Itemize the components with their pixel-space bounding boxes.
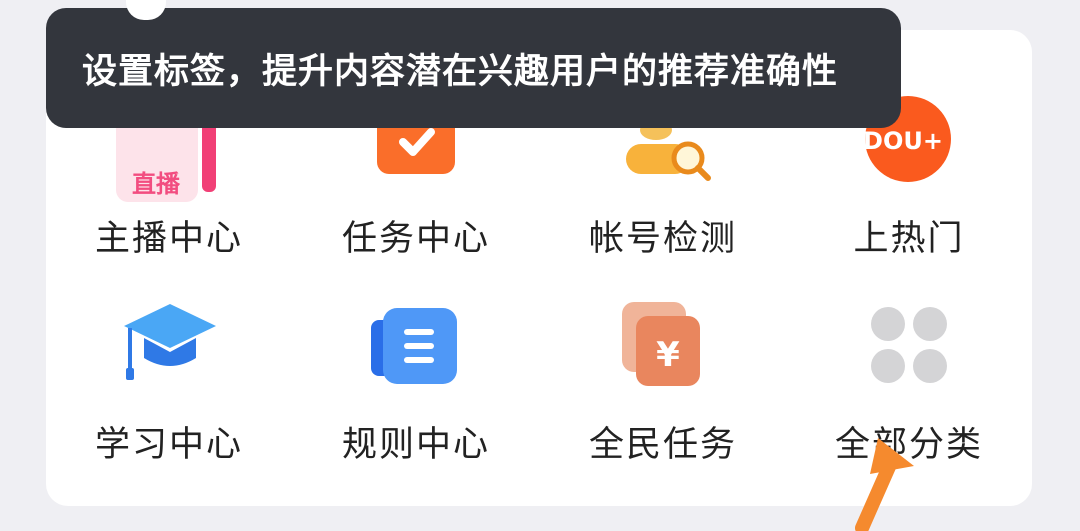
grid-item-label: 规则中心 (341, 425, 490, 465)
tooltip-text: 设置标签，提升内容潜在兴趣用户的推荐准确性 (82, 51, 839, 92)
grid-item-label: 任务中心 (341, 219, 490, 259)
tooltip-notch (126, 0, 166, 20)
grid-item-label: 学习中心 (94, 425, 243, 465)
grid-item-label: 上热门 (853, 219, 965, 259)
grid-item-label: 全民任务 (588, 425, 737, 465)
grid-item-label: 主播中心 (94, 219, 243, 259)
graduation-cap-icon (124, 304, 216, 380)
grid-item-public-tasks[interactable]: ¥ 全民任务 (540, 290, 786, 480)
account-check-icon (626, 120, 711, 181)
yen-icon-text: ¥ (656, 335, 680, 375)
live-icon-text: 直播 (132, 170, 181, 198)
grid-item-learning-center[interactable]: 学习中心 (46, 290, 292, 480)
dou-plus-icon-text: DOU+ (863, 127, 943, 155)
yen-cards-icon: ¥ (622, 302, 700, 386)
annotation-arrow-icon (855, 438, 914, 531)
grid-item-rules-center[interactable]: 规则中心 (293, 290, 539, 480)
rules-doc-icon (371, 308, 457, 384)
grid-item-label: 帐号检测 (588, 219, 737, 259)
tooltip: 设置标签，提升内容潜在兴趣用户的推荐准确性 (46, 0, 901, 128)
all-categories-icon (871, 307, 947, 383)
